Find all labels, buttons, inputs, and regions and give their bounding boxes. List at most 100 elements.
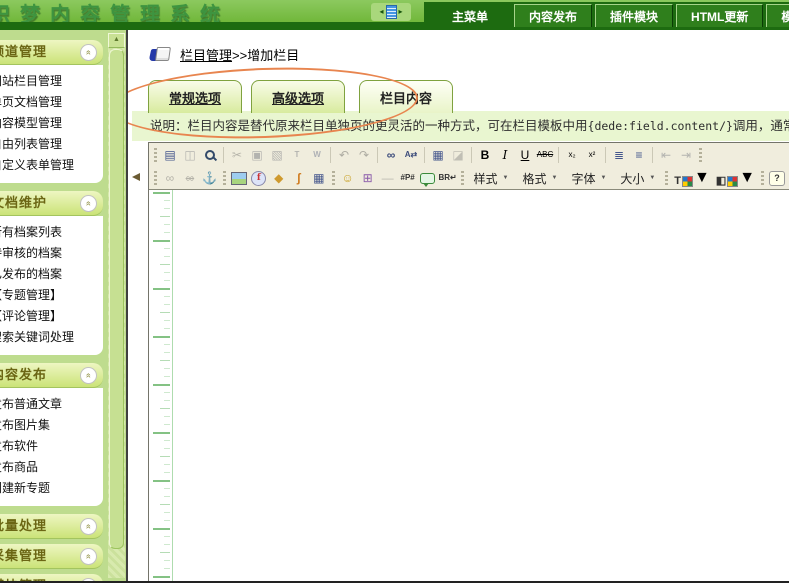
subscript-button[interactable]: x₂ xyxy=(562,146,582,164)
strike-button[interactable]: ABC xyxy=(535,146,555,164)
sidebar-item[interactable]: 发布图片集 xyxy=(0,415,103,436)
toolbar-handle[interactable] xyxy=(761,171,764,186)
preview-button[interactable] xyxy=(200,146,220,164)
br-button[interactable]: BR↵ xyxy=(438,169,458,187)
toolbar-handle[interactable] xyxy=(154,148,157,163)
show-borders-button[interactable]: ▦ xyxy=(428,146,448,164)
anchor-button[interactable]: ⚓ xyxy=(200,169,220,187)
replace-button[interactable]: A⇄ xyxy=(401,146,421,164)
attachment-icon: ʃ xyxy=(297,172,301,184)
special-char-button[interactable]: ⊞ xyxy=(358,169,378,187)
toolbar-handle[interactable] xyxy=(665,171,668,186)
sidebar-item[interactable]: 发布普通文章 xyxy=(0,394,103,415)
bold-button[interactable]: B xyxy=(475,146,495,164)
sidebar-item[interactable]: 【专题管理】 xyxy=(0,285,103,306)
toolbar-separator xyxy=(330,147,331,163)
breadcrumb-link[interactable]: 栏目管理 xyxy=(180,48,232,63)
scrollbar-thumb[interactable] xyxy=(109,49,124,549)
option-tab-general-options[interactable]: 常规选项 xyxy=(148,80,242,113)
sidebar-section-header-channel-manage[interactable]: 频道管理« xyxy=(0,40,103,65)
sidebar-item[interactable]: 自定义表单管理 xyxy=(0,155,103,176)
editor-canvas[interactable] xyxy=(149,189,789,581)
scroll-left-icon[interactable]: ◂ xyxy=(379,8,383,16)
sidebar-item[interactable]: 单页文档管理 xyxy=(0,92,103,113)
toolbar-handle[interactable] xyxy=(699,148,702,163)
tab-scroller[interactable]: ◂ ▸ xyxy=(371,3,411,21)
text-color-button[interactable]: T▼ xyxy=(671,169,713,187)
option-tab-advanced-options[interactable]: 高级选项 xyxy=(251,80,345,113)
sidebar-section-header-content-publish[interactable]: 内容发布« xyxy=(0,363,103,388)
sidebar-item[interactable]: 待审核的档案 xyxy=(0,243,103,264)
sidebar-item[interactable]: 搜索关键词处理 xyxy=(0,327,103,348)
source-button[interactable]: ▤ xyxy=(160,146,180,164)
scroll-up-button[interactable]: ▲ xyxy=(108,33,125,48)
horizontal-rule-icon: — xyxy=(382,172,394,184)
sidebar-item[interactable]: 内容模型管理 xyxy=(0,113,103,134)
ruler-tick xyxy=(164,296,170,297)
sidebar-item[interactable]: 发布商品 xyxy=(0,457,103,478)
sidebar-section-header-doc-maintain[interactable]: 文档维护« xyxy=(0,191,103,216)
sidebar-item[interactable]: 【评论管理】 xyxy=(0,306,103,327)
toolbar-collapse-arrow[interactable] xyxy=(132,173,140,181)
size-select[interactable]: 大小▼ xyxy=(613,169,662,187)
underline-button[interactable]: U xyxy=(515,146,535,164)
superscript-button[interactable]: x² xyxy=(582,146,602,164)
top-tab-html-update[interactable]: HTML更新 xyxy=(676,4,763,27)
quote-button[interactable] xyxy=(418,169,438,187)
style-select-label: 样式 xyxy=(474,170,498,187)
format-select[interactable]: 格式▼ xyxy=(515,169,564,187)
page-break-button[interactable]: #P# xyxy=(398,169,418,187)
unlink-button: ∞ xyxy=(180,169,200,187)
find-button[interactable]: ∞ xyxy=(381,146,401,164)
sidebar-section-header-batch-process[interactable]: 批量处理« xyxy=(0,514,103,539)
style-select[interactable]: 样式▼ xyxy=(467,169,516,187)
sidebar-item[interactable]: 已发布的档案 xyxy=(0,264,103,285)
collapse-chevron-icon[interactable]: « xyxy=(80,578,97,581)
smiley-button[interactable]: ☺ xyxy=(338,169,358,187)
top-tab-template-manage[interactable]: 模板管理 xyxy=(766,4,789,27)
scroll-right-icon[interactable]: ▸ xyxy=(399,8,403,16)
ruler-tick xyxy=(160,360,170,361)
sidebar-section-title: 采集管理 xyxy=(0,548,47,563)
sidebar-item[interactable]: 网站栏目管理 xyxy=(0,71,103,92)
attachment-button[interactable]: ʃ xyxy=(289,169,309,187)
collapse-chevron-icon[interactable]: « xyxy=(80,44,97,61)
toolbar-handle[interactable] xyxy=(223,171,226,186)
show-borders-icon: ▦ xyxy=(432,149,443,161)
ruler-tick xyxy=(164,400,170,401)
unordered-list-button[interactable]: ≡ xyxy=(629,146,649,164)
sidebar-scrollbar[interactable]: ▲ xyxy=(108,33,125,578)
sidebar-item[interactable]: 发布软件 xyxy=(0,436,103,457)
collapse-chevron-icon[interactable]: « xyxy=(80,518,97,535)
toolbar-handle[interactable] xyxy=(154,171,157,186)
collapse-chevron-icon[interactable]: « xyxy=(80,195,97,212)
strike-icon: ABC xyxy=(537,151,553,159)
undo-button: ↶ xyxy=(334,146,354,164)
sidebar-item[interactable]: 自由列表管理 xyxy=(0,134,103,155)
remove-format-icon: ◪ xyxy=(452,149,463,161)
option-tab-column-content[interactable]: 栏目内容 xyxy=(359,80,453,113)
image-button[interactable] xyxy=(229,169,249,187)
anchor-icon: ⚓ xyxy=(202,172,217,184)
collapse-chevron-icon[interactable]: « xyxy=(80,548,97,565)
ordered-list-button[interactable]: ≣ xyxy=(609,146,629,164)
special-char-icon: ⊞ xyxy=(363,172,373,184)
top-tab-main-menu[interactable]: 主菜单 xyxy=(429,4,511,27)
toolbar-handle[interactable] xyxy=(332,171,335,186)
help-button[interactable]: ? xyxy=(767,169,787,187)
top-tab-plugin-module[interactable]: 插件模块 xyxy=(595,4,673,27)
media-button[interactable]: ◆ xyxy=(269,169,289,187)
toolbar-handle[interactable] xyxy=(461,171,464,186)
top-tab-content-publish[interactable]: 内容发布 xyxy=(514,4,592,27)
collapse-chevron-icon[interactable]: « xyxy=(80,367,97,384)
font-select[interactable]: 字体▼ xyxy=(564,169,613,187)
link-button: ∞ xyxy=(160,169,180,187)
italic-button[interactable]: I xyxy=(495,146,515,164)
sidebar-item[interactable]: 所有档案列表 xyxy=(0,222,103,243)
sidebar-section-header-module-manage[interactable]: 模块管理« xyxy=(0,574,103,581)
table-button[interactable]: ▦ xyxy=(309,169,329,187)
sidebar-item[interactable]: 创建新专题 xyxy=(0,478,103,499)
sidebar-section-header-collect-manage[interactable]: 采集管理 « xyxy=(0,544,103,569)
bg-color-button[interactable]: ◧▼ xyxy=(713,169,758,187)
flash-button[interactable]: f xyxy=(249,169,269,187)
